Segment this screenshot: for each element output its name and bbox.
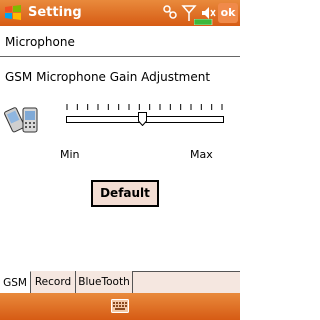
battery-icon[interactable] <box>194 19 214 25</box>
keyboard-icon[interactable] <box>111 299 129 313</box>
tab-bar: GSM Record BlueTooth <box>0 271 240 294</box>
bottom-menu-bar <box>0 293 240 320</box>
slider-min-label: Min <box>60 148 80 161</box>
tab-bluetooth[interactable]: BlueTooth <box>76 271 133 293</box>
connectivity-icon[interactable] <box>162 4 178 22</box>
slider-thumb[interactable] <box>138 112 147 126</box>
page-header: Microphone <box>0 26 240 57</box>
window-title: Setting <box>28 5 82 20</box>
page-title: Microphone <box>5 35 75 49</box>
title-bar: Setting ok <box>0 0 240 26</box>
gain-slider[interactable] <box>66 104 224 132</box>
default-button[interactable]: Default <box>91 180 159 207</box>
phone-device-icon <box>4 107 38 133</box>
ok-button[interactable]: ok <box>218 3 238 23</box>
tab-gsm[interactable]: GSM <box>0 271 31 293</box>
gain-adjustment-label: GSM Microphone Gain Adjustment <box>5 70 211 84</box>
tab-record[interactable]: Record <box>31 271 76 293</box>
slider-max-label: Max <box>190 148 213 161</box>
slider-ticks <box>66 104 223 110</box>
windows-start-icon[interactable] <box>3 3 23 23</box>
